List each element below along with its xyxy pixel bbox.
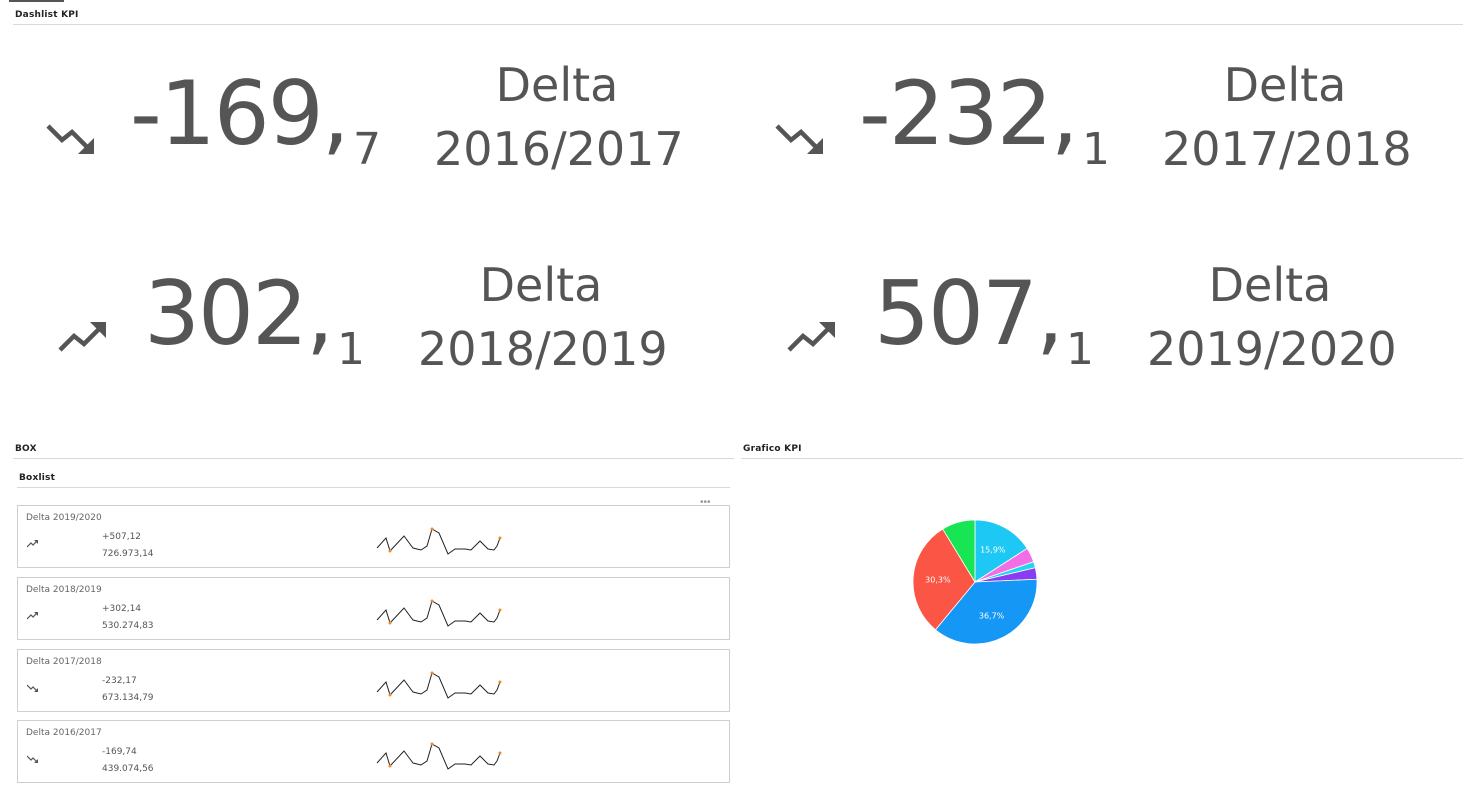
kpi-label-line1: Delta	[1208, 258, 1332, 312]
kpi-value-decimal: 1	[1082, 124, 1110, 175]
kpi-value-integer: 507,	[874, 262, 1064, 365]
grafico-title: Grafico KPI	[743, 444, 802, 454]
pie-slice-label-0: 15,9%	[980, 545, 1006, 554]
grafico-divider	[741, 458, 1463, 459]
box-card-2016-2017[interactable]: Delta 2016/2017 -169,74 439.074,56	[17, 720, 730, 783]
dashlist-divider	[13, 24, 1463, 25]
pie-chart: 15,9% 36,7% 30,3%	[912, 519, 1038, 650]
kpi-label-line2: 2018/2019	[418, 322, 668, 376]
kpi-value-integer: -232,	[859, 62, 1079, 165]
kpi-label-line1: Delta	[1223, 58, 1347, 112]
trending-up-icon	[787, 322, 835, 352]
kpi-value-integer: -169,	[130, 62, 350, 165]
boxlist-title: Boxlist	[19, 473, 56, 483]
active-tab-indicator	[9, 0, 64, 2]
kpi-value-decimal: 1	[1066, 324, 1094, 375]
box-card-2017-2018[interactable]: Delta 2017/2018 -232,17 673.134,79	[17, 649, 730, 712]
box-card-2019-2020[interactable]: Delta 2019/2020 +507,12 726.973,14	[17, 505, 730, 568]
box-card-delta: +507,12	[102, 532, 142, 542]
box-card-title: Delta 2017/2018	[26, 657, 102, 667]
box-card-total: 439.074,56	[102, 764, 154, 774]
kpi-value-decimal: 7	[353, 124, 381, 175]
box-card-delta: -169,74	[102, 747, 137, 757]
box-card-total: 726.973,14	[102, 549, 154, 559]
box-card-delta: +302,14	[102, 604, 142, 614]
trending-up-icon	[27, 540, 38, 548]
kpi-label-line1: Delta	[479, 258, 603, 312]
kpi-label-line1: Delta	[495, 58, 619, 112]
trending-up-icon	[27, 612, 38, 620]
sparkline	[376, 742, 502, 770]
boxlist-divider	[17, 487, 730, 488]
trending-up-icon	[58, 322, 106, 352]
box-card-2018-2019[interactable]: Delta 2018/2019 +302,14 530.274,83	[17, 577, 730, 640]
kpi-label-line2: 2017/2018	[1162, 122, 1412, 176]
trending-down-icon	[27, 755, 38, 763]
sparkline	[376, 671, 502, 699]
trending-down-icon	[46, 124, 94, 154]
pie-slice-label-4: 36,7%	[979, 611, 1005, 620]
box-card-total: 673.134,79	[102, 693, 154, 703]
kpi-label: Delta 2017/2018	[1162, 58, 1412, 176]
box-card-delta: -232,17	[102, 676, 137, 686]
pie-slice-label-5: 30,3%	[925, 575, 951, 584]
sparkline	[376, 527, 502, 555]
trending-down-icon	[775, 124, 823, 154]
box-section-divider	[13, 458, 734, 459]
trending-down-icon	[27, 684, 38, 692]
box-section-title: BOX	[15, 444, 37, 454]
kpi-label-line2: 2019/2020	[1147, 322, 1397, 376]
kpi-label: Delta 2016/2017	[434, 58, 684, 176]
kpi-label-line2: 2016/2017	[434, 122, 684, 176]
dashlist-title: Dashlist KPI	[15, 10, 79, 20]
box-card-title: Delta 2016/2017	[26, 728, 102, 738]
sparkline	[376, 599, 502, 627]
dashboard-page: Dashlist KPI -169, 7 Delta 2016/2017 -23…	[0, 0, 1471, 793]
kpi-label: Delta 2019/2020	[1147, 258, 1397, 376]
pie-chart-svg: 15,9% 36,7% 30,3%	[912, 519, 1038, 645]
kpi-value-integer: 302,	[144, 262, 334, 365]
box-card-total: 530.274,83	[102, 621, 154, 631]
kpi-label: Delta 2018/2019	[418, 258, 668, 376]
kpi-value-decimal: 1	[337, 324, 365, 375]
box-card-title: Delta 2018/2019	[26, 585, 102, 595]
box-card-title: Delta 2019/2020	[26, 513, 102, 523]
